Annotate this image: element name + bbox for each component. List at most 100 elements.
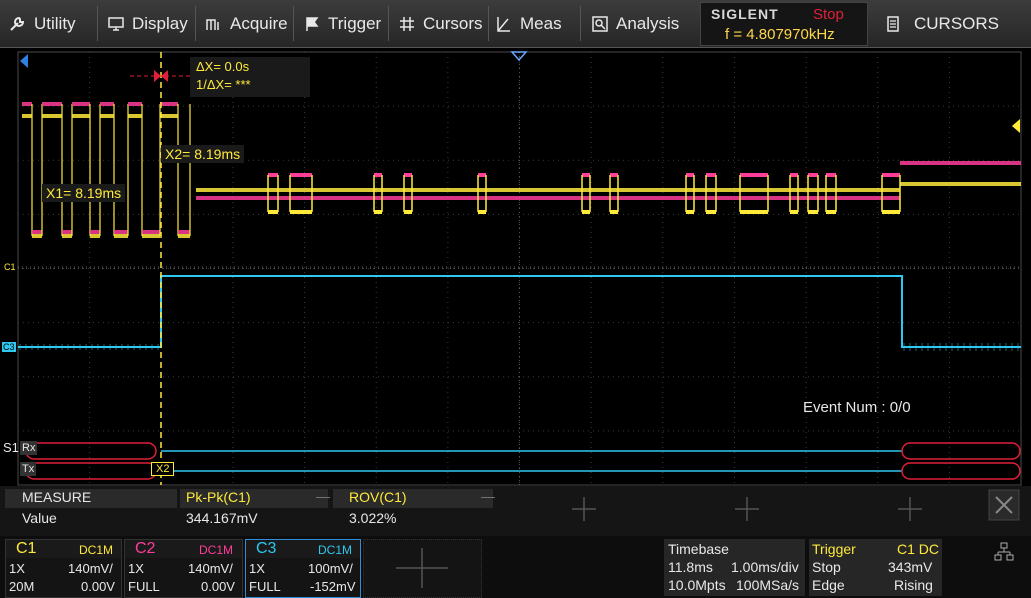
c2-segment xyxy=(100,102,114,106)
add-channel-button[interactable] xyxy=(363,539,482,598)
c1-segment xyxy=(900,182,1021,186)
pulse-edge xyxy=(685,175,695,212)
c1-name: C1 xyxy=(16,540,37,557)
measure-2-value: 3.022% xyxy=(349,510,397,526)
x2-readout: X2= 8.19ms xyxy=(161,145,245,163)
c2-segment xyxy=(32,230,42,234)
c1-segment xyxy=(100,114,114,118)
pulse-edge xyxy=(373,175,383,212)
plus-icon xyxy=(396,548,448,588)
add-measure-slot-3-icon[interactable] xyxy=(896,495,924,523)
s1-bus-tag: S1 xyxy=(3,440,19,455)
pulse-edge xyxy=(477,175,487,212)
c2-segment xyxy=(72,102,90,106)
c1-pulse xyxy=(478,210,486,214)
measure-1-value: 344.167mV xyxy=(186,510,258,526)
tx-tag: Tx xyxy=(20,462,37,476)
c1-pulse xyxy=(582,210,590,214)
c2-probe: 1X xyxy=(128,561,144,576)
c2-segment xyxy=(22,102,32,106)
decode-frame xyxy=(901,462,1021,480)
memory-depth: 10.0Mpts xyxy=(668,577,726,593)
pulse-edge xyxy=(807,175,819,212)
measure-1-name[interactable]: Pk-Pk(C1) xyxy=(186,489,251,505)
c2-segment xyxy=(160,102,178,106)
measure-2-name[interactable]: ROV(C1) xyxy=(349,489,407,505)
time-offset-marker xyxy=(20,54,28,68)
delta-x-readout: ΔX= 0.0s xyxy=(196,59,250,74)
c2-pulse xyxy=(808,173,818,177)
c2-scale: 140mV/ xyxy=(188,561,233,576)
close-measure-icon[interactable] xyxy=(988,489,1020,521)
pulse-edge xyxy=(289,175,313,212)
c1-pulse xyxy=(740,210,768,214)
c1-pulse xyxy=(882,210,900,214)
c2-segment xyxy=(42,102,62,106)
decode-frame xyxy=(901,442,1021,460)
decode-frame xyxy=(25,442,157,460)
c2-pulse xyxy=(290,173,312,177)
c2-pulse xyxy=(706,173,716,177)
pulse-edge xyxy=(609,175,619,212)
c1-segment xyxy=(160,114,178,118)
rx-tag: Rx xyxy=(20,441,38,455)
c1-segment xyxy=(128,114,142,118)
c2-offset: 0.00V xyxy=(201,579,235,594)
trigger-box[interactable]: Trigger C1 DC Stop 343mV Edge Rising xyxy=(809,539,942,596)
c2-pulse xyxy=(882,173,900,177)
c1-pulse xyxy=(706,210,716,214)
c1-segment xyxy=(114,234,128,238)
event-number: Event Num : 0/0 xyxy=(803,399,911,416)
c1-segment xyxy=(178,234,190,238)
pulse-edge xyxy=(739,175,769,212)
trigger-source: C1 DC xyxy=(897,541,940,557)
c1-offset-tag: C1 xyxy=(4,262,16,272)
c2-pulse xyxy=(740,173,768,177)
c1-segment xyxy=(62,234,72,238)
pulse-edge xyxy=(705,175,717,212)
timebase-box[interactable]: Timebase 11.8ms 1.00ms/div 10.0Mpts 100M… xyxy=(664,539,805,596)
c1-segment xyxy=(22,114,32,118)
c3-name: C3 xyxy=(256,540,277,557)
trigger-level-marker xyxy=(1012,119,1020,133)
c2-segment xyxy=(142,230,160,234)
c1-pulse xyxy=(808,210,818,214)
c1-segment xyxy=(90,234,100,238)
c1-pulse xyxy=(790,210,798,214)
measure-title: MEASURE xyxy=(22,489,92,505)
network-icon[interactable] xyxy=(994,542,1014,562)
c2-segment xyxy=(128,102,142,106)
add-measure-slot-2-icon[interactable] xyxy=(733,495,761,523)
x2-marker-tag[interactable]: X2 xyxy=(151,462,175,476)
c2-pulse xyxy=(478,173,486,177)
channel-c2-box[interactable]: C2 DC1M 1X 140mV/ FULL 0.00V xyxy=(124,539,243,598)
c3-probe: 1X xyxy=(249,561,265,576)
c1-segment xyxy=(72,114,90,118)
inv-delta-x-readout: 1/ΔX= *** xyxy=(196,77,251,92)
measure-row-label: Value xyxy=(22,510,57,526)
channel-c1-box[interactable]: C1 DC1M 1X 140mV/ 20M 0.00V xyxy=(5,539,122,598)
c1-pulse xyxy=(404,210,412,214)
c2-segment xyxy=(62,230,72,234)
c3-coupling: DC1M xyxy=(318,543,353,557)
add-measure-slot-1-icon[interactable] xyxy=(570,495,598,523)
c2-name: C2 xyxy=(135,540,156,557)
decode-bus xyxy=(25,442,1021,480)
c1-segment xyxy=(196,188,900,192)
cursor-delta-panel: ΔX= 0.0s 1/ΔX= *** xyxy=(190,57,310,97)
c2-pulse xyxy=(268,173,278,177)
pulse-edge xyxy=(789,175,799,212)
decode-frame xyxy=(25,462,157,480)
channel-bar: C1 DC1M 1X 140mV/ 20M 0.00V C2 DC1M 1X 1… xyxy=(0,536,1031,598)
c1-pulse xyxy=(374,210,382,214)
c2-segment xyxy=(900,161,1021,165)
c1-scale: 140mV/ xyxy=(68,561,113,576)
c2-segment xyxy=(114,230,128,234)
c1-offset: 0.00V xyxy=(81,579,115,594)
c1-bandwidth: 20M xyxy=(9,579,35,594)
x1-readout: X1= 8.19ms xyxy=(42,184,126,202)
c1-pulse xyxy=(826,210,836,214)
channel-c3-box[interactable]: C3 DC1M 1X 100mV/ FULL -152mV xyxy=(245,539,361,598)
c1-pulse xyxy=(290,210,312,214)
trigger-label: Trigger xyxy=(812,541,856,557)
